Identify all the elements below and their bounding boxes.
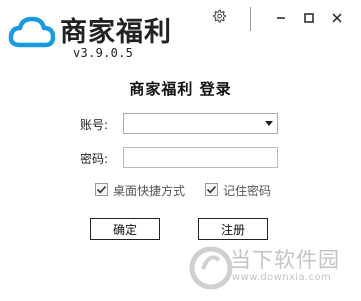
minimize-icon	[277, 17, 285, 19]
gear-icon	[213, 9, 226, 23]
watermark-url: www.downxia.com	[232, 272, 332, 283]
password-label: 密码:	[80, 152, 109, 166]
maximize-button[interactable]	[298, 7, 320, 29]
app-version: v3.9.0.5	[73, 46, 134, 60]
checkmark-icon	[206, 185, 217, 194]
settings-button[interactable]	[208, 5, 230, 27]
cloud-icon	[8, 16, 56, 48]
title-bar: 商家福利 v3.9.0.5	[0, 0, 361, 62]
titlebar-divider	[250, 7, 251, 31]
minimize-button[interactable]	[270, 7, 292, 29]
account-dropdown[interactable]	[123, 113, 278, 134]
checkmark-icon	[96, 185, 107, 194]
password-input[interactable]	[123, 147, 278, 168]
desktop-shortcut-checkbox[interactable]	[95, 183, 108, 196]
close-button[interactable]	[326, 7, 348, 29]
close-icon	[332, 13, 342, 23]
login-title: 商家福利 登录	[129, 80, 232, 98]
account-label: 账号:	[80, 118, 109, 132]
register-button[interactable]: 注册	[198, 218, 268, 240]
desktop-shortcut-label[interactable]: 桌面快捷方式	[113, 182, 185, 199]
maximize-icon	[304, 13, 314, 23]
confirm-button[interactable]: 确定	[90, 218, 160, 240]
remember-password-label[interactable]: 记住密码	[223, 182, 271, 199]
app-logo-text: 商家福利	[60, 17, 172, 48]
dropdown-arrow-icon[interactable]	[265, 121, 273, 126]
remember-password-checkbox[interactable]	[205, 183, 218, 196]
watermark-text: 当下软件园	[230, 248, 340, 272]
